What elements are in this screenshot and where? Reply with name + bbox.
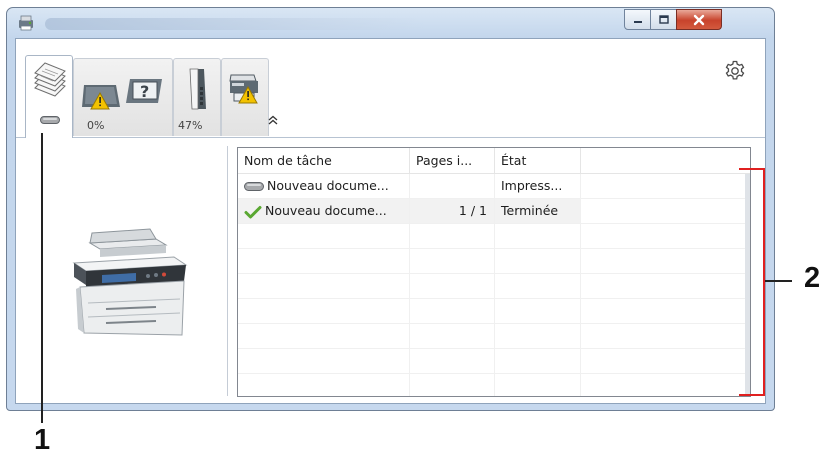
tab-jobs[interactable] (25, 55, 73, 138)
job-list[interactable]: Nom de tâche Pages i... État Nouveau doc… (237, 147, 751, 397)
callout-number-1: 1 (34, 424, 51, 456)
column-header-state[interactable]: État (495, 148, 581, 173)
job-list-header: Nom de tâche Pages i... État (238, 148, 750, 174)
job-name: Nouveau docume... (265, 203, 387, 218)
callout-leader-2 (765, 280, 792, 282)
job-state: Terminée (495, 199, 581, 223)
column-header-pages[interactable]: Pages i... (410, 148, 495, 173)
chevron-up-icon[interactable] (266, 114, 280, 126)
client-area: ? 0% 47% Nom de tâche Pages i... État No… (15, 38, 766, 404)
toner-percent: 0% (87, 119, 105, 132)
maximize-button[interactable] (650, 9, 677, 30)
window-title (45, 18, 425, 30)
paper-percent: 47% (178, 119, 203, 132)
callout-number-2: 2 (804, 262, 821, 294)
printer-image (72, 228, 188, 336)
close-button[interactable] (676, 9, 722, 30)
gear-icon[interactable] (723, 59, 747, 83)
job-state: Impress... (495, 174, 581, 198)
device-warning-icon (229, 74, 258, 104)
table-row (238, 274, 750, 299)
job-pages (410, 174, 495, 198)
status-led-icon (40, 116, 60, 124)
table-row (238, 299, 750, 324)
table-row (238, 374, 750, 396)
status-monitor-window: ? 0% 47% Nom de tâche Pages i... État No… (6, 7, 775, 411)
callout-leader-1 (41, 133, 43, 423)
app-printer-icon (19, 15, 33, 31)
table-row (238, 324, 750, 349)
column-header-job-name[interactable]: Nom de tâche (238, 148, 410, 173)
minimize-button[interactable] (624, 9, 651, 30)
callout-bracket (739, 168, 765, 396)
checkmark-icon (244, 205, 262, 218)
tab-toner[interactable]: ? 0% (73, 58, 173, 136)
table-row (238, 224, 750, 249)
printing-led-icon (244, 182, 264, 191)
title-bar[interactable] (7, 8, 774, 38)
job-stack-icon (34, 62, 66, 97)
maximize-icon (658, 14, 669, 24)
job-name: Nouveau docume... (267, 178, 389, 193)
table-row (238, 349, 750, 374)
tab-strip: ? 0% 47% (16, 39, 765, 138)
table-row[interactable]: Nouveau docume... 1 / 1 Terminée (238, 199, 750, 224)
column-header-extra[interactable] (581, 148, 750, 173)
minimize-icon (633, 20, 642, 23)
job-pages: 1 / 1 (410, 199, 495, 223)
table-row[interactable]: Nouveau docume... Impress... (238, 174, 750, 199)
pane-divider[interactable] (227, 146, 228, 396)
toner-warning-icon: ? (82, 79, 162, 110)
tab-device[interactable] (221, 58, 269, 136)
svg-text:?: ? (140, 82, 149, 101)
table-row (238, 249, 750, 274)
paper-level-icon (189, 68, 206, 110)
close-icon (693, 14, 705, 25)
tab-paper[interactable]: 47% (173, 58, 221, 136)
